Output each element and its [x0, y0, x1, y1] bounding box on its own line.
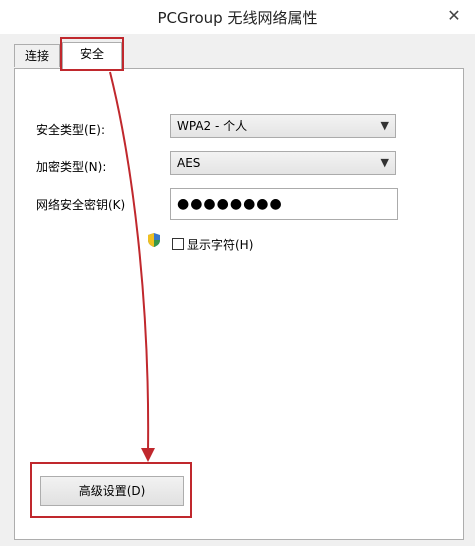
- annotation-arrow: [109, 71, 155, 462]
- properties-window: PCGroup 无线网络属性 ✕ 连接 安全 安全类型(E): WPA2 - 个…: [0, 0, 475, 546]
- tab-security[interactable]: 安全: [62, 42, 122, 69]
